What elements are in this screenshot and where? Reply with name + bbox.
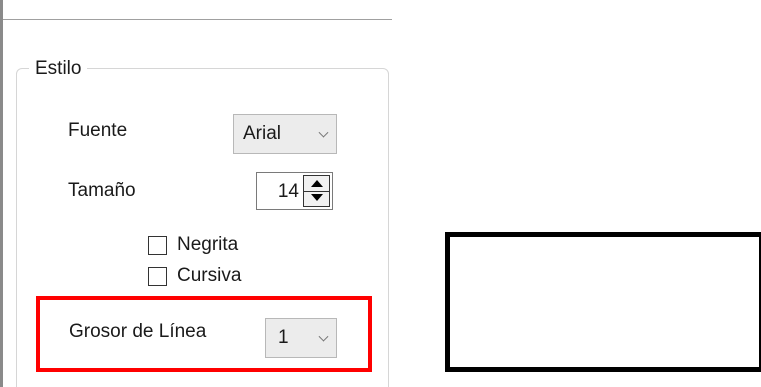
chevron-down-icon	[318, 127, 329, 138]
size-label: Tamaño	[68, 180, 136, 201]
style-group-title: Estilo	[29, 57, 88, 81]
size-spinbox[interactable]: 14	[256, 172, 333, 210]
chevron-down-icon	[318, 331, 329, 342]
arrow-down-icon	[311, 194, 323, 201]
properties-panel: Estilo Fuente Arial Tamaño 14 Negrita Cu…	[0, 0, 761, 387]
font-label: Fuente	[68, 120, 128, 141]
size-decrement-button[interactable]	[304, 191, 329, 206]
size-increment-button[interactable]	[304, 176, 329, 192]
line-width-combobox[interactable]: 1	[265, 318, 337, 358]
section-divider	[3, 19, 392, 20]
italic-checkbox[interactable]	[148, 266, 167, 286]
size-spin-buttons	[303, 175, 330, 207]
line-width-label: Grosor de Línea	[69, 321, 207, 342]
font-combobox[interactable]: Arial	[233, 114, 337, 154]
size-value[interactable]: 14	[278, 180, 299, 204]
bold-checkbox[interactable]	[148, 235, 167, 255]
arrow-up-icon	[311, 180, 323, 187]
panel-splitter[interactable]	[0, 0, 3, 387]
shape-preview[interactable]	[445, 232, 761, 372]
bold-checkbox-row[interactable]: Negrita	[148, 234, 238, 256]
font-value: Arial	[243, 123, 282, 144]
italic-checkbox-row[interactable]: Cursiva	[148, 265, 241, 287]
line-width-value: 1	[278, 327, 289, 348]
bold-label: Negrita	[177, 234, 239, 255]
italic-label: Cursiva	[177, 265, 242, 286]
